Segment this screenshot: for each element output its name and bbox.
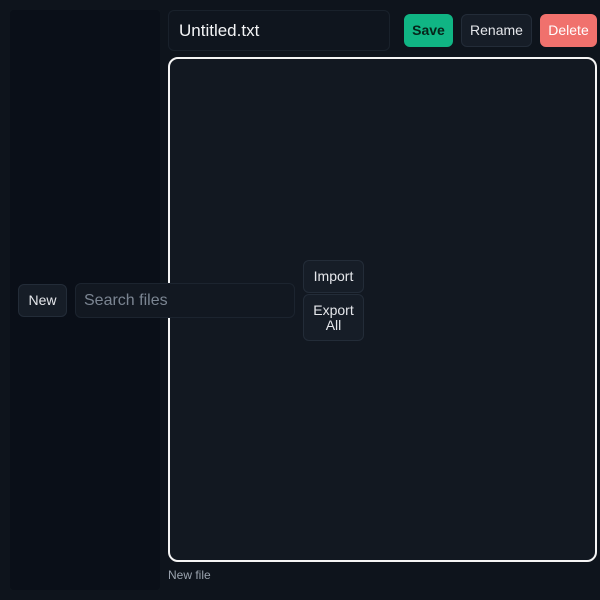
status-text: New file xyxy=(168,568,211,582)
import-button[interactable]: Import xyxy=(303,260,364,293)
rename-button[interactable]: Rename xyxy=(461,14,532,47)
save-button[interactable]: Save xyxy=(404,14,453,47)
filename-field[interactable] xyxy=(168,10,390,51)
delete-button[interactable]: Delete xyxy=(540,14,597,47)
file-editor-app: Save Rename Delete New Import Export All… xyxy=(0,0,600,600)
search-files-input[interactable] xyxy=(75,283,295,318)
new-file-button[interactable]: New xyxy=(18,284,67,317)
export-all-button[interactable]: Export All xyxy=(303,294,364,341)
